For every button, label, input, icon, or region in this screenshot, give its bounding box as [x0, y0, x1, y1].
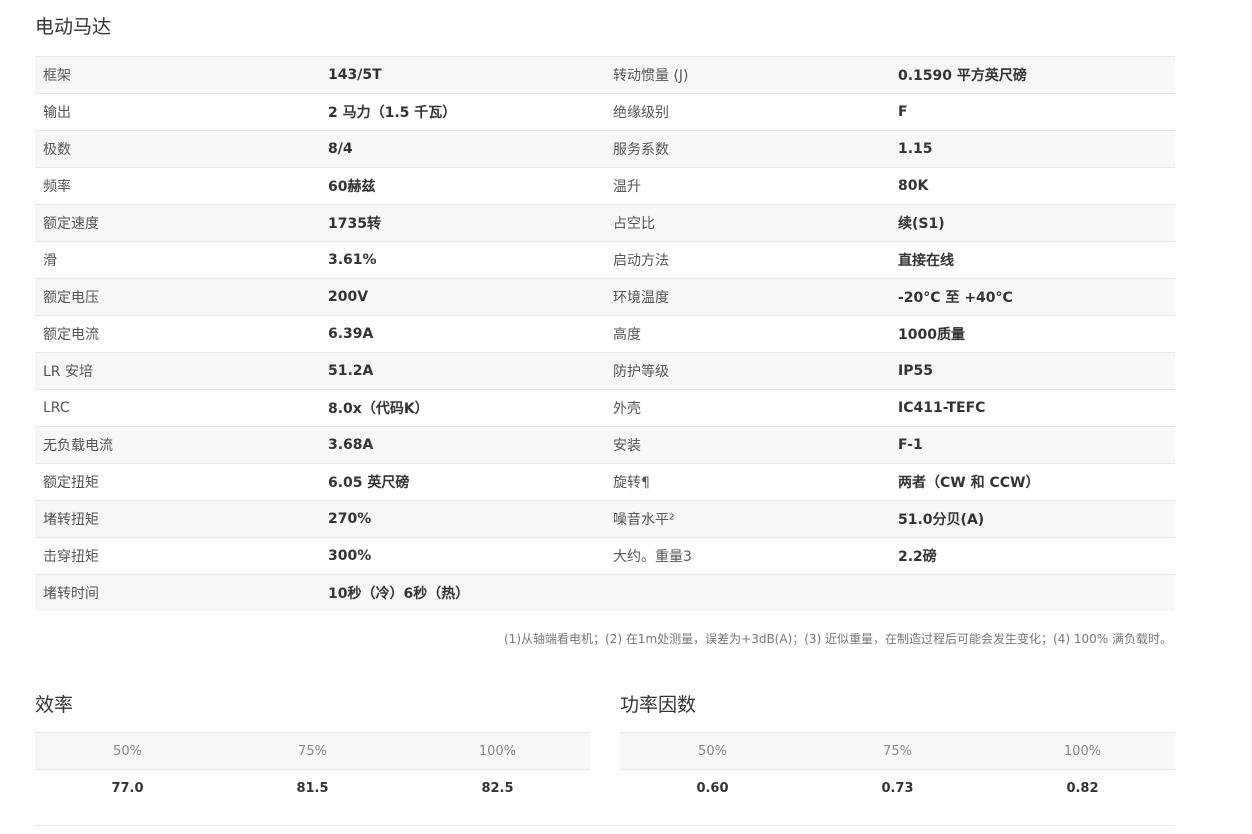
- efficiency-header-50: 50%: [113, 743, 142, 759]
- power-factor-value-50: 0.60: [696, 780, 729, 796]
- spec-label: 防护等级: [613, 364, 669, 380]
- spec-label: 温升: [613, 179, 641, 195]
- spec-label: 高度: [613, 327, 641, 343]
- spec-value: 6.05 英尺磅: [328, 475, 410, 491]
- spec-label: [605, 575, 890, 611]
- power-factor-title: 功率因数: [620, 694, 697, 716]
- power-factor-value-row: 0.60 0.73 0.82: [620, 770, 1175, 806]
- spec-label: 极数: [43, 142, 71, 158]
- spec-value: 3.68A: [328, 437, 374, 453]
- spec-value: 1735转: [328, 216, 381, 232]
- table-row: 额定速度 1735转 占空比 续(S1): [35, 205, 1175, 242]
- spec-value: IP55: [898, 363, 933, 379]
- table-row: 极数 8/4 服务系数 1.15: [35, 131, 1175, 168]
- efficiency-table: 50% 75% 100% 77.0 81.5 82.5: [35, 732, 590, 806]
- table-row: 滑 3.61% 启动方法 直接在线: [35, 242, 1175, 279]
- power-factor-header-100: 100%: [1063, 743, 1102, 759]
- spec-label: 额定电压: [43, 290, 99, 306]
- spec-label: 启动方法: [613, 253, 669, 269]
- spec-value: 1000质量: [898, 327, 965, 343]
- efficiency-value-50: 77.0: [111, 780, 144, 796]
- spec-label: 转动惯量 (J): [613, 68, 689, 84]
- table-row: 框架 143/5T 转动惯量 (J) 0.1590 平方英尺磅: [35, 57, 1175, 94]
- table-row: LR 安培 51.2A 防护等级 IP55: [35, 353, 1175, 390]
- efficiency-value-row: 77.0 81.5 82.5: [35, 770, 590, 806]
- spec-label: 额定电流: [43, 327, 99, 343]
- efficiency-header-row: 50% 75% 100%: [35, 732, 590, 770]
- table-row: 无负载电流 3.68A 安装 F-1: [35, 427, 1175, 464]
- spec-label: 击穿扭矩: [43, 549, 99, 565]
- spec-value: 143/5T: [328, 67, 382, 83]
- spec-label: 大约。重量3: [613, 549, 692, 565]
- specs-table: 框架 143/5T 转动惯量 (J) 0.1590 平方英尺磅输出 2 马力（1.5 千…: [35, 56, 1175, 611]
- spec-value: 10秒（冷）6秒（热）: [328, 586, 470, 602]
- power-factor-header-75: 75%: [883, 743, 912, 759]
- spec-value: 8/4: [328, 141, 353, 157]
- spec-value: 2.2磅: [898, 549, 937, 565]
- spec-label: 额定扭矩: [43, 475, 99, 491]
- spec-value: 2 马力（1.5 千瓦）: [328, 105, 457, 121]
- spec-label: 滑: [43, 253, 57, 269]
- spec-label: 安装: [613, 438, 641, 454]
- spec-label: LRC: [43, 400, 70, 416]
- spec-value: 200V: [328, 289, 369, 305]
- table-row: 额定电流 6.39A 高度 1000质量: [35, 316, 1175, 353]
- spec-value: 续(S1): [898, 216, 945, 232]
- spec-value: 300%: [328, 548, 372, 564]
- page-title: 电动马达: [35, 16, 112, 38]
- spec-value: 270%: [328, 511, 372, 527]
- spec-label: 无负载电流: [43, 438, 113, 454]
- power-factor-value-75: 0.73: [881, 780, 914, 796]
- table-row: 额定电压 200V 环境温度 -20°C 至 +40°C: [35, 279, 1175, 316]
- spec-value: 直接在线: [898, 253, 954, 269]
- spec-label: 噪音水平²: [613, 512, 675, 528]
- spec-label: 占空比: [613, 216, 655, 232]
- power-factor-header-50: 50%: [698, 743, 727, 759]
- spec-value: 3.61%: [328, 252, 377, 268]
- efficiency-title: 效率: [35, 694, 74, 716]
- table-row: 堵转时间 10秒（冷）6秒（热）: [35, 575, 1175, 611]
- bottom-divider: [35, 825, 1175, 826]
- spec-value: IC411-TEFC: [898, 400, 986, 416]
- table-row: 频率 60赫兹 温升 80K: [35, 168, 1175, 205]
- spec-value: 6.39A: [328, 326, 374, 342]
- spec-value: 两者（CW 和 CCW）: [898, 475, 1040, 491]
- efficiency-value-75: 81.5: [296, 780, 329, 796]
- spec-value: F: [898, 104, 908, 120]
- table-row: 击穿扭矩 300% 大约。重量3 2.2磅: [35, 538, 1175, 575]
- spec-label: 频率: [43, 179, 71, 195]
- spec-label: 外壳: [613, 401, 641, 417]
- table-row: 堵转扭矩 270% 噪音水平² 51.0分贝(A): [35, 501, 1175, 538]
- table-row: 输出 2 马力（1.5 千瓦） 绝缘级别 F: [35, 94, 1175, 131]
- spec-label: 输出: [43, 105, 71, 121]
- spec-label: LR 安培: [43, 364, 93, 380]
- spec-value: F-1: [898, 437, 923, 453]
- table-row: 额定扭矩 6.05 英尺磅 旋转¶ 两者（CW 和 CCW）: [35, 464, 1175, 501]
- spec-value: 8.0x（代码K）: [328, 401, 429, 417]
- efficiency-header-75: 75%: [298, 743, 327, 759]
- power-factor-table: 50% 75% 100% 0.60 0.73 0.82: [620, 732, 1175, 806]
- spec-value: 51.0分贝(A): [898, 512, 985, 528]
- spec-label: 框架: [43, 68, 71, 84]
- table-row: LRC 8.0x（代码K） 外壳 IC411-TEFC: [35, 390, 1175, 427]
- spec-label: 服务系数: [613, 142, 669, 158]
- efficiency-header-100: 100%: [478, 743, 517, 759]
- spec-label: 绝缘级别: [613, 105, 669, 121]
- spec-label: 额定速度: [43, 216, 99, 232]
- efficiency-value-100: 82.5: [481, 780, 514, 796]
- spec-value: 51.2A: [328, 363, 374, 379]
- spec-label: 旋转¶: [613, 475, 650, 491]
- spec-label: 堵转时间: [43, 586, 99, 602]
- spec-value: 0.1590 平方英尺磅: [898, 68, 1027, 84]
- spec-value: 80K: [898, 178, 929, 194]
- spec-value: 1.15: [898, 141, 933, 157]
- spec-value: [890, 575, 1175, 611]
- power-factor-value-100: 0.82: [1066, 780, 1099, 796]
- spec-value: -20°C 至 +40°C: [898, 290, 1013, 306]
- footnote: (1)从轴端看电机；(2) 在1m处测量，误差为+3dB(A)；(3) 近似重量…: [504, 632, 1172, 646]
- power-factor-header-row: 50% 75% 100%: [620, 732, 1175, 770]
- spec-value: 60赫兹: [328, 179, 376, 195]
- spec-label: 环境温度: [613, 290, 669, 306]
- spec-label: 堵转扭矩: [43, 512, 99, 528]
